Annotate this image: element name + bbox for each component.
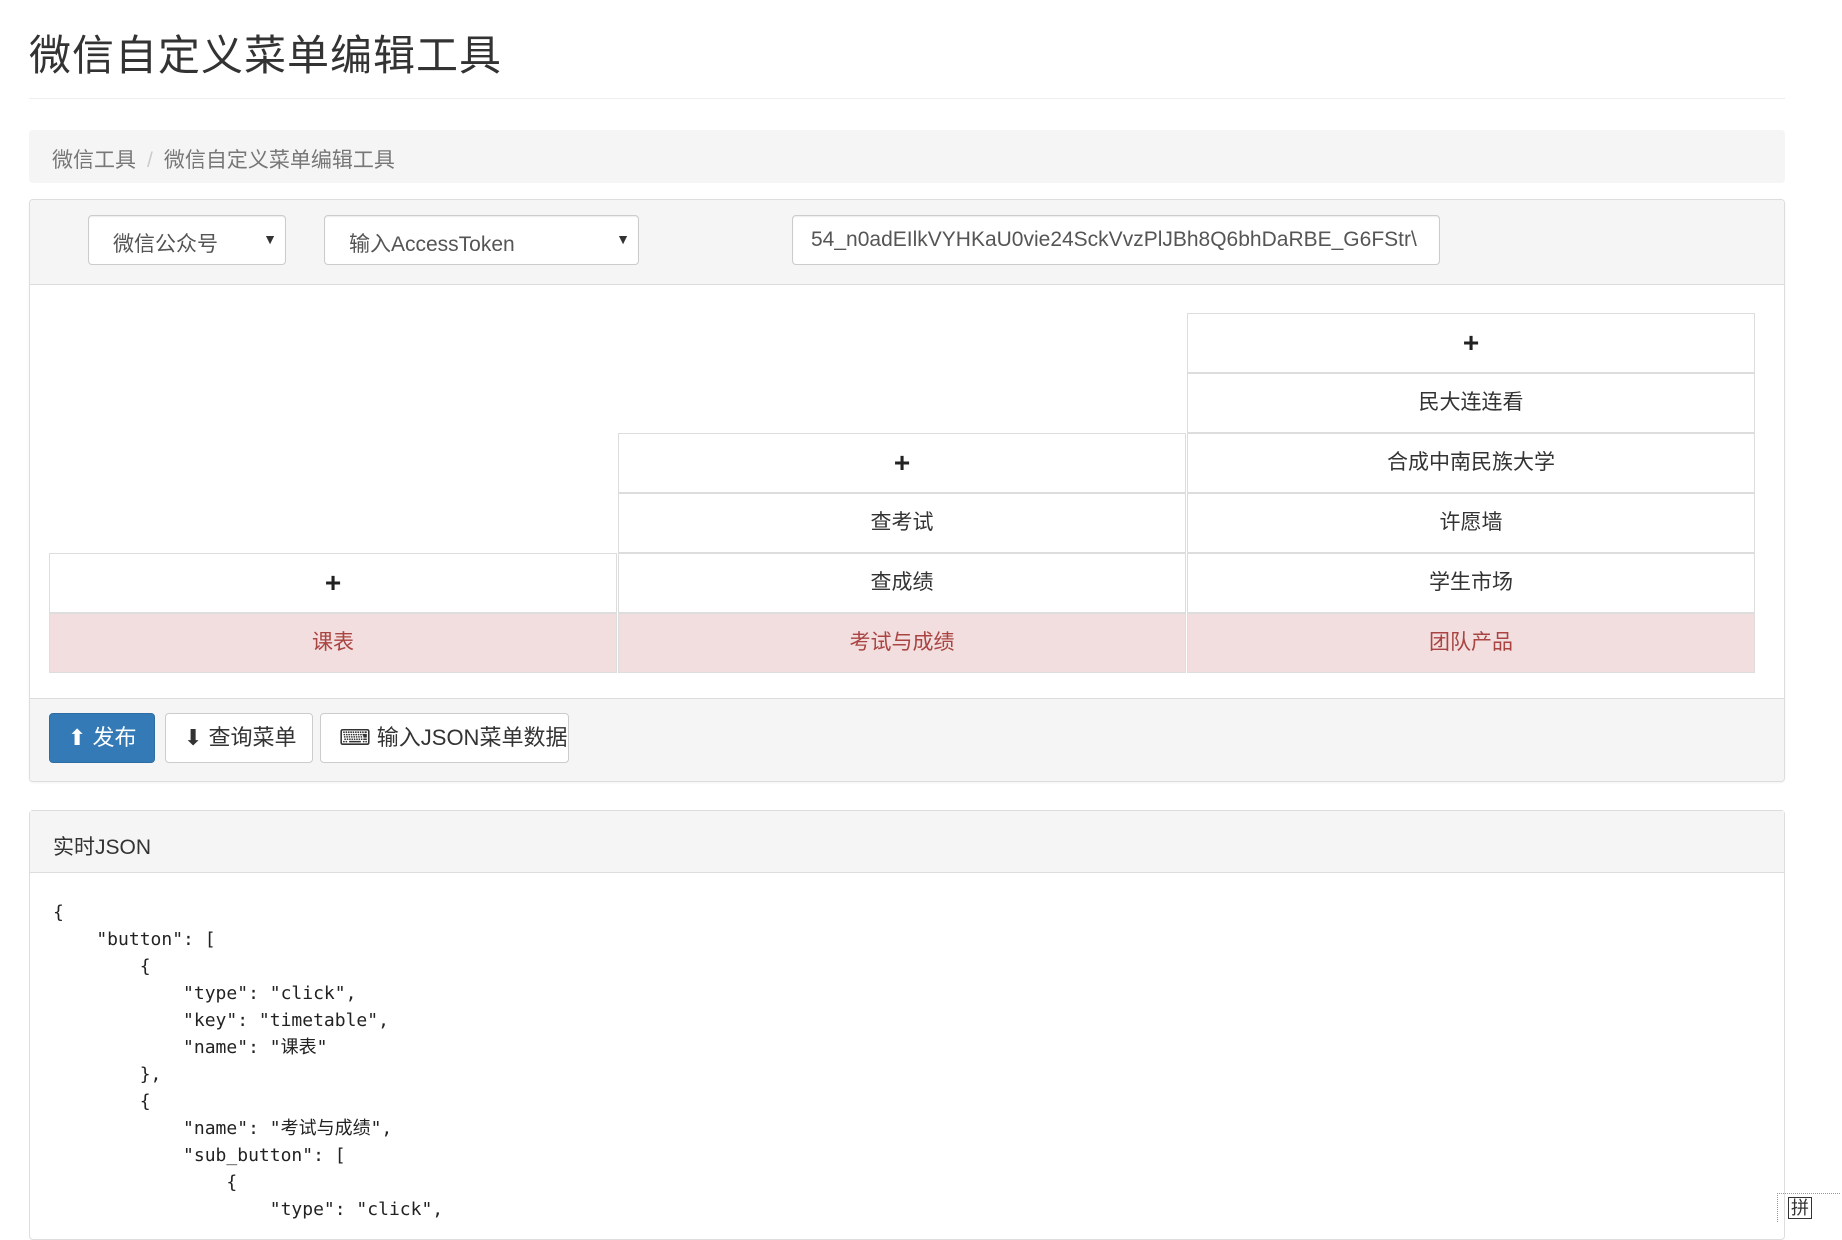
page-title: 微信自定义菜单编辑工具 bbox=[29, 32, 503, 79]
main-menu-item-3[interactable]: 团队产品 bbox=[1187, 613, 1755, 673]
upload-icon: ⬆ bbox=[68, 725, 87, 750]
realtime-json-panel: 实时JSON { "button": [ { "type": "click", … bbox=[29, 810, 1785, 1240]
submenu-item[interactable]: 查成绩 bbox=[618, 553, 1186, 613]
add-submenu-button-1[interactable]: + bbox=[49, 553, 617, 613]
input-json-button-label: 输入JSON菜单数据 bbox=[376, 725, 568, 750]
json-panel-title: 实时JSON bbox=[30, 811, 1784, 873]
json-code-block: { "button": [ { "type": "click", "key": … bbox=[53, 902, 444, 1220]
add-submenu-button-3[interactable]: + bbox=[1187, 313, 1755, 373]
token-source-select-value: 输入AccessToken bbox=[349, 233, 515, 256]
editor-panel-footer: ⬆ 发布 ⬇ 查询菜单 ⌨ 输入JSON菜单数据 bbox=[30, 698, 1784, 781]
keyboard-icon: ⌨ bbox=[339, 725, 371, 750]
menu-grid: + 课表 + 查考试 查成绩 考试与成绩 + 民大连连看 合成中南民族大学 许愿… bbox=[30, 284, 1784, 700]
account-select-value: 微信公众号 bbox=[113, 233, 218, 256]
download-icon: ⬇ bbox=[184, 725, 203, 750]
input-json-button[interactable]: ⌨ 输入JSON菜单数据 bbox=[320, 713, 569, 763]
menu-editor-panel: 微信公众号 ▼ 输入AccessToken ▼ 54_n0adEIlkVYHKa… bbox=[29, 199, 1785, 782]
breadcrumb: 微信工具 / 微信自定义菜单编辑工具 bbox=[29, 130, 1785, 183]
submenu-item[interactable]: 民大连连看 bbox=[1187, 373, 1755, 433]
breadcrumb-item-wechat-tools[interactable]: 微信工具 bbox=[52, 149, 136, 172]
menu-column-3: + 民大连连看 合成中南民族大学 许愿墙 学生市场 团队产品 bbox=[1187, 284, 1757, 700]
title-divider bbox=[29, 98, 1785, 99]
chevron-down-icon: ▼ bbox=[263, 231, 277, 247]
chevron-down-icon: ▼ bbox=[616, 231, 630, 247]
breadcrumb-separator: / bbox=[147, 149, 153, 172]
submenu-item[interactable]: 许愿墙 bbox=[1187, 493, 1755, 553]
add-submenu-button-2[interactable]: + bbox=[618, 433, 1186, 493]
token-source-select[interactable]: 输入AccessToken ▼ bbox=[324, 215, 639, 265]
ime-pinyin-icon: 拼 bbox=[1788, 1197, 1812, 1219]
main-menu-item-1[interactable]: 课表 bbox=[49, 613, 617, 673]
menu-column-1: + 课表 bbox=[49, 284, 619, 700]
ime-status-indicator[interactable]: 拼 bbox=[1777, 1193, 1840, 1222]
main-menu-item-2[interactable]: 考试与成绩 bbox=[618, 613, 1186, 673]
submenu-item[interactable]: 学生市场 bbox=[1187, 553, 1755, 613]
access-token-input[interactable]: 54_n0adEIlkVYHKaU0vie24SckVvzPlJBh8Q6bhD… bbox=[792, 215, 1440, 265]
account-select[interactable]: 微信公众号 ▼ bbox=[88, 215, 286, 265]
submenu-item[interactable]: 查考试 bbox=[618, 493, 1186, 553]
query-menu-button[interactable]: ⬇ 查询菜单 bbox=[165, 713, 313, 763]
publish-button-label: 发布 bbox=[92, 725, 137, 750]
editor-panel-header: 微信公众号 ▼ 输入AccessToken ▼ 54_n0adEIlkVYHKa… bbox=[30, 200, 1784, 285]
breadcrumb-item-current: 微信自定义菜单编辑工具 bbox=[163, 149, 395, 172]
submenu-item[interactable]: 合成中南民族大学 bbox=[1187, 433, 1755, 493]
publish-button[interactable]: ⬆ 发布 bbox=[49, 713, 155, 763]
query-menu-button-label: 查询菜单 bbox=[208, 725, 297, 750]
menu-column-2: + 查考试 查成绩 考试与成绩 bbox=[618, 284, 1188, 700]
